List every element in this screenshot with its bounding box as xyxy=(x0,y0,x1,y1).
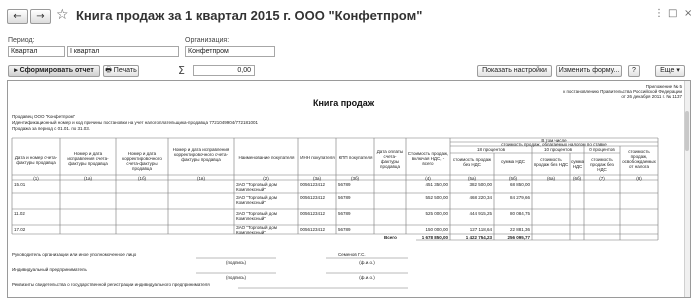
more-button[interactable]: Еще ▾ xyxy=(655,65,685,77)
arrow-right-icon: → xyxy=(36,11,45,22)
generate-report-button[interactable]: ▸ Сформировать отчет xyxy=(8,65,100,77)
close-icon[interactable]: × xyxy=(684,8,692,19)
scrollbar-thumb[interactable] xyxy=(685,111,689,151)
organization-field[interactable]: Конфетпром xyxy=(185,46,275,57)
head-name: Семенов Г.С. xyxy=(338,252,366,257)
back-button[interactable]: ← xyxy=(7,9,28,24)
organization-label: Организация: xyxy=(185,37,230,44)
favorite-star-icon[interactable]: ☆ xyxy=(56,7,69,23)
arrow-left-icon: ← xyxy=(13,11,22,22)
vertical-scrollbar[interactable] xyxy=(684,81,690,297)
entrepreneur-label: Индивидуальный предприниматель xyxy=(12,267,87,272)
title-bar: ← → ☆ Книга продаж за 1 квартал 2015 г. … xyxy=(0,0,700,32)
fio-caption: (ф.и.о.) xyxy=(359,260,375,265)
help-button[interactable]: ? xyxy=(628,65,640,77)
sum-field[interactable]: 0,00 xyxy=(193,65,255,76)
signature-lines xyxy=(196,257,408,289)
sign-caption: (подпись) xyxy=(225,275,246,280)
fio-caption: (ф.и.о.) xyxy=(359,275,375,280)
requisites-label: Реквизиты свидетельства о государственно… xyxy=(12,282,210,287)
period-type-select[interactable]: Квартал xyxy=(8,46,65,57)
print-button[interactable]: 🖶 Печать xyxy=(103,65,139,77)
report-sheet: Приложение № 5 к постановлению Правитель… xyxy=(7,80,691,298)
sign-caption: (подпись) xyxy=(225,260,246,265)
window-title: Книга продаж за 1 квартал 2015 г. ООО "К… xyxy=(76,8,423,23)
period-value-select[interactable]: I квартал xyxy=(67,46,179,57)
change-form-button[interactable]: Изменить форму... xyxy=(556,65,622,77)
show-settings-button[interactable]: Показать настройки xyxy=(477,65,552,77)
sum-icon: Σ xyxy=(178,64,185,77)
forward-button[interactable]: → xyxy=(30,9,51,24)
period-label: Период: xyxy=(8,37,35,44)
maximize-icon[interactable]: □ xyxy=(668,8,677,19)
menu-dots-icon[interactable]: ⋮ xyxy=(654,8,664,19)
